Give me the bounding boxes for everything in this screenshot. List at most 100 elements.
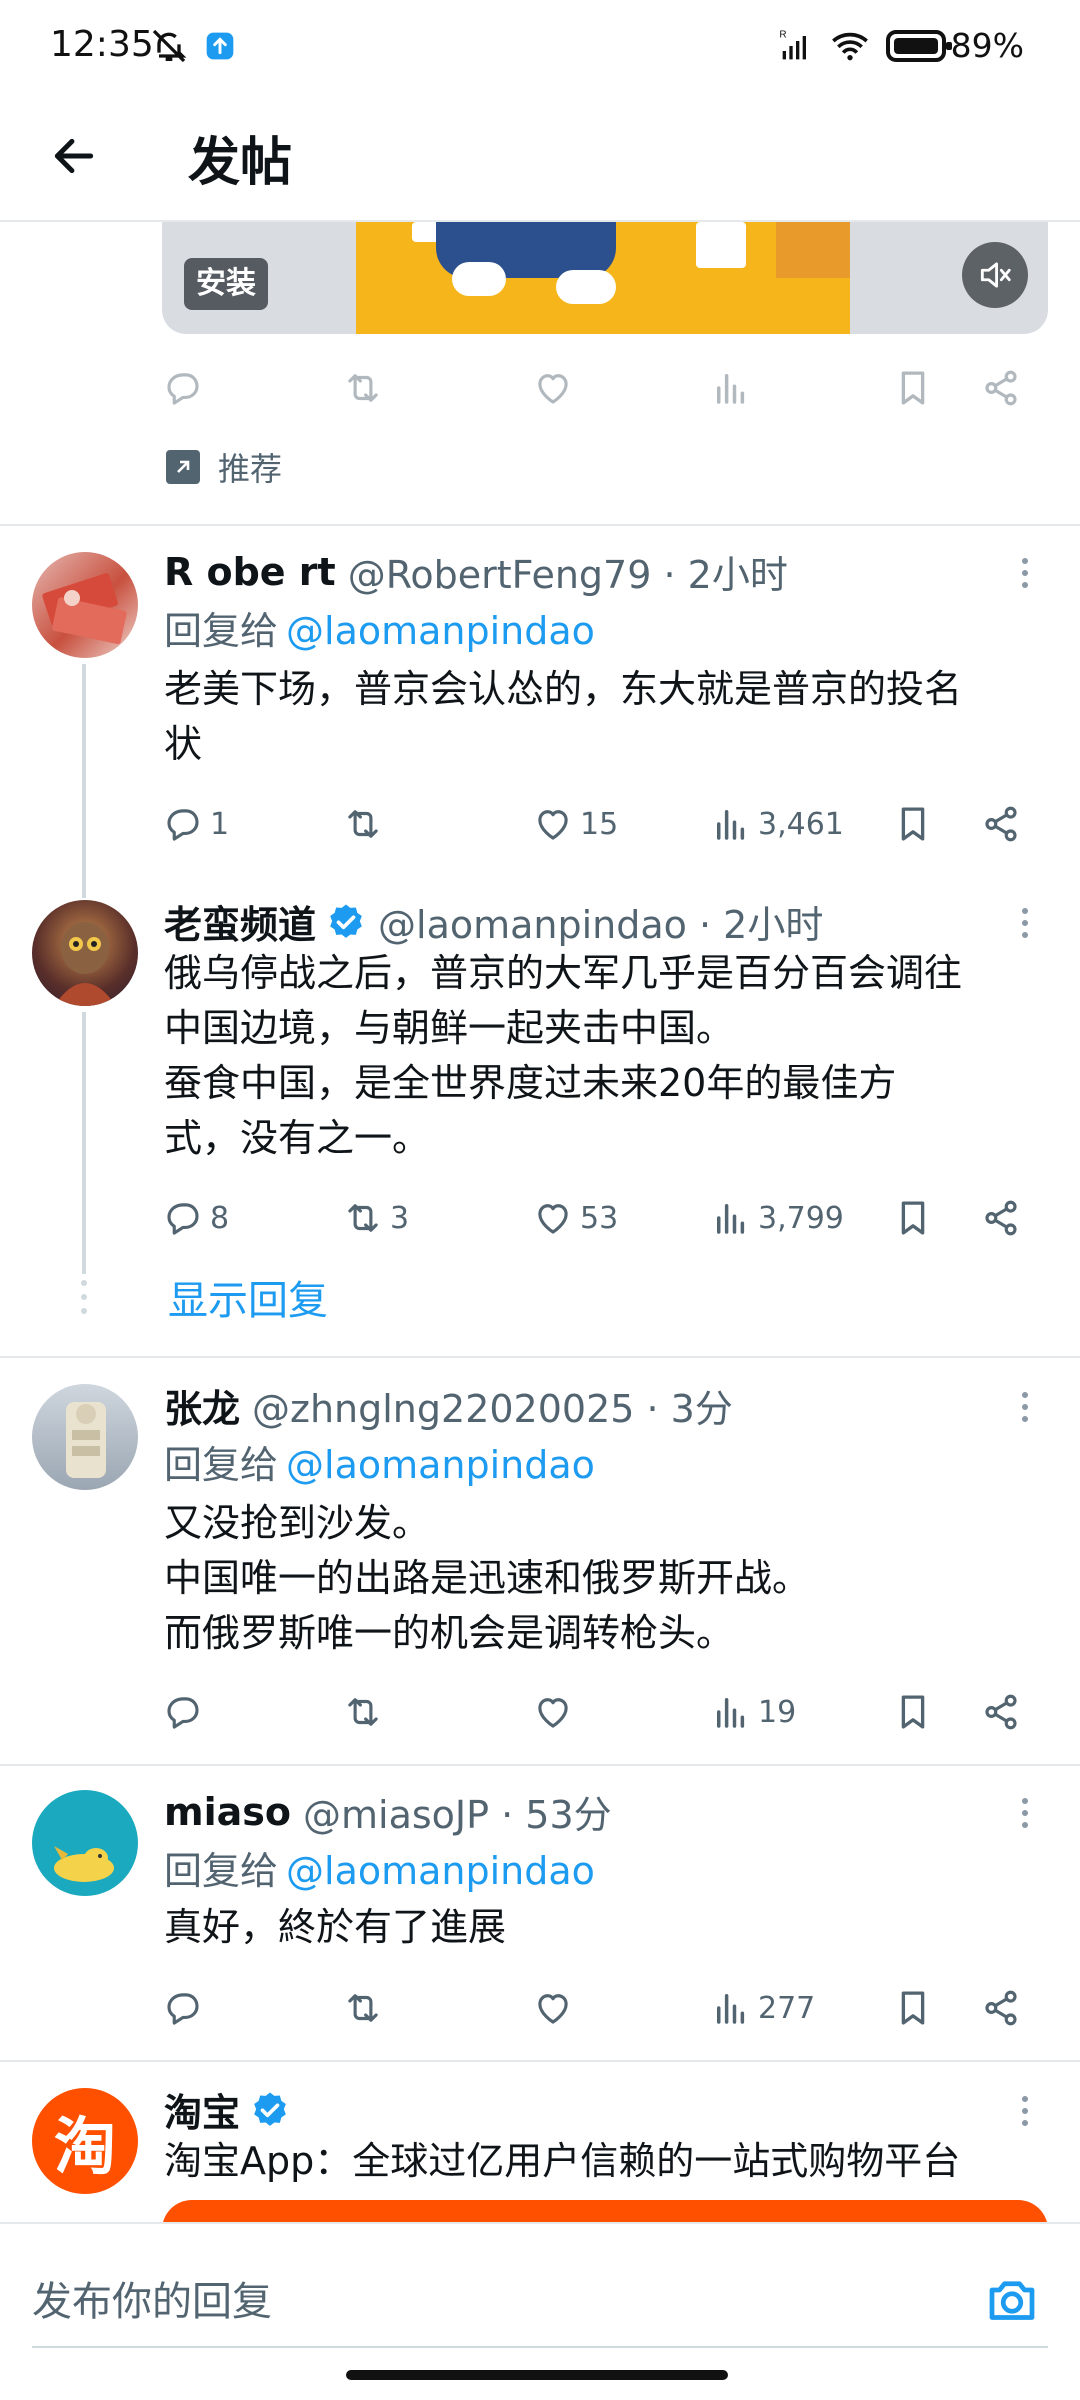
- retweet-button[interactable]: [342, 358, 384, 418]
- promoted-label: 推荐: [166, 442, 282, 492]
- back-button[interactable]: [44, 126, 104, 186]
- views-button[interactable]: 3,461: [710, 794, 844, 854]
- bookmark-button[interactable]: [892, 1978, 934, 2038]
- share-button[interactable]: [980, 794, 1022, 854]
- share-button[interactable]: [980, 1978, 1022, 2038]
- tweet-action-bar: 19: [162, 1682, 1048, 1742]
- avatar[interactable]: [32, 1384, 138, 1490]
- speaker-muted-icon: [980, 262, 1011, 288]
- retweet-button[interactable]: [342, 1978, 384, 2038]
- views-button[interactable]: 277: [710, 1978, 815, 2038]
- more-options-button[interactable]: [1010, 898, 1040, 948]
- home-indicator[interactable]: [346, 2370, 728, 2380]
- reply-button[interactable]: 1: [162, 794, 229, 854]
- retweet-button[interactable]: [342, 794, 384, 854]
- retweet-button[interactable]: [342, 1682, 384, 1742]
- svg-text:R: R: [779, 30, 786, 41]
- bookmark-button[interactable]: [892, 1188, 934, 1248]
- signal-icon: R: [779, 30, 806, 60]
- heart-icon: [532, 803, 574, 845]
- avatar[interactable]: [32, 552, 138, 658]
- retweet-button[interactable]: 3: [342, 1188, 409, 1248]
- like-button[interactable]: [532, 1682, 574, 1742]
- ad-image: [356, 222, 850, 334]
- reply-button[interactable]: [162, 358, 204, 418]
- author-name[interactable]: miaso: [164, 1790, 291, 1834]
- thread-continuation-dots: [80, 1280, 88, 1314]
- reply-input[interactable]: 发布你的回复: [32, 2262, 932, 2342]
- heart-icon: [532, 1691, 574, 1733]
- author-name[interactable]: 老蛮频道: [164, 894, 316, 949]
- ad-media[interactable]: 安装: [162, 222, 1048, 334]
- reply-button[interactable]: [162, 1682, 204, 1742]
- bookmark-button[interactable]: [892, 1682, 934, 1742]
- app-header: 发帖: [0, 92, 1080, 222]
- tweet-text-line: 蚕食中国，是全世界度过未来20年的最佳方: [164, 1061, 897, 1105]
- thread-line: [82, 1012, 86, 1274]
- upload-notification-icon: [206, 32, 234, 60]
- reply-button[interactable]: 8: [162, 1188, 229, 1248]
- retweet-icon: [342, 803, 384, 845]
- tweet-text-line: 真好，終於有了進展: [164, 1905, 507, 1949]
- author-name[interactable]: 张龙: [164, 1378, 240, 1433]
- views-button[interactable]: 19: [710, 1682, 796, 1742]
- avatar[interactable]: [32, 900, 138, 1006]
- retweet-icon: [342, 367, 384, 409]
- share-icon: [980, 367, 1022, 409]
- page-title: 发帖: [188, 133, 293, 193]
- heart-icon: [532, 367, 574, 409]
- tweet-text-line: 状: [164, 722, 203, 766]
- like-button[interactable]: 53: [532, 1188, 618, 1248]
- like-button[interactable]: 15: [532, 794, 618, 854]
- heart-icon: [532, 1987, 574, 2029]
- more-options-button[interactable]: [1010, 548, 1040, 598]
- reply-button[interactable]: [162, 1978, 204, 2038]
- bookmark-button[interactable]: [892, 358, 934, 418]
- reply-icon: [162, 1987, 204, 2029]
- retweet-icon: [342, 1987, 384, 2029]
- divider: [0, 524, 1080, 526]
- bookmark-button[interactable]: [892, 794, 934, 854]
- author-name[interactable]: R obe rt: [164, 550, 336, 594]
- more-options-button[interactable]: [1010, 1788, 1040, 1838]
- more-options-button[interactable]: [1010, 1382, 1040, 1432]
- reply-to-line: 回复给 @laomanpindao: [164, 1434, 595, 1489]
- install-button[interactable]: 安装: [184, 258, 268, 310]
- mute-notification-icon: [152, 29, 187, 63]
- share-button[interactable]: [980, 1188, 1022, 1248]
- show-replies-link[interactable]: 显示回复: [168, 1268, 328, 1326]
- avatar[interactable]: [32, 1790, 138, 1896]
- author-handle-time: @laomanpindao · 2小时: [378, 903, 824, 947]
- reply-icon: [162, 1197, 204, 1239]
- like-button[interactable]: [532, 358, 574, 418]
- share-button[interactable]: [980, 358, 1022, 418]
- reply-composer: 发布你的回复: [0, 2222, 1080, 2400]
- tweet-text-line: 式，没有之一。: [164, 1116, 431, 1160]
- like-button[interactable]: [532, 1978, 574, 2038]
- tweet-text-line: 中国边境，与朝鲜一起夹击中国。: [164, 1006, 735, 1050]
- view-count: 19: [758, 1694, 797, 1730]
- tweet-action-bar: 1 15 3,461: [162, 794, 1048, 854]
- tweet-text-line: 俄乌停战之后，普京的大军几乎是百分百会调往: [164, 951, 963, 995]
- author-name[interactable]: 淘宝: [164, 2082, 240, 2137]
- more-options-button[interactable]: [1010, 2086, 1040, 2136]
- camera-icon[interactable]: [982, 2270, 1042, 2330]
- avatar[interactable]: 淘: [32, 2088, 138, 2194]
- bar-chart-icon: [710, 1197, 752, 1239]
- arrow-left-icon: [54, 138, 94, 174]
- reply-to-mention[interactable]: @laomanpindao: [286, 1443, 595, 1487]
- mute-button[interactable]: [962, 242, 1028, 308]
- thread-line: [82, 664, 86, 898]
- reply-icon: [162, 1691, 204, 1733]
- bookmark-icon: [892, 1197, 934, 1239]
- tweet-header: miaso @miasoJP · 53分: [164, 1784, 612, 1839]
- reply-to-mention[interactable]: @laomanpindao: [286, 609, 595, 653]
- views-button[interactable]: [710, 358, 752, 418]
- promoted-arrow-icon: [166, 450, 200, 484]
- bar-chart-icon: [710, 1987, 752, 2029]
- views-button[interactable]: 3,799: [710, 1188, 844, 1248]
- share-icon: [980, 1197, 1022, 1239]
- share-button[interactable]: [980, 1682, 1022, 1742]
- reply-to-mention[interactable]: @laomanpindao: [286, 1849, 595, 1893]
- tweet-text: 老美下场，普京会认怂的，东大就是普京的投名 状: [164, 662, 1054, 772]
